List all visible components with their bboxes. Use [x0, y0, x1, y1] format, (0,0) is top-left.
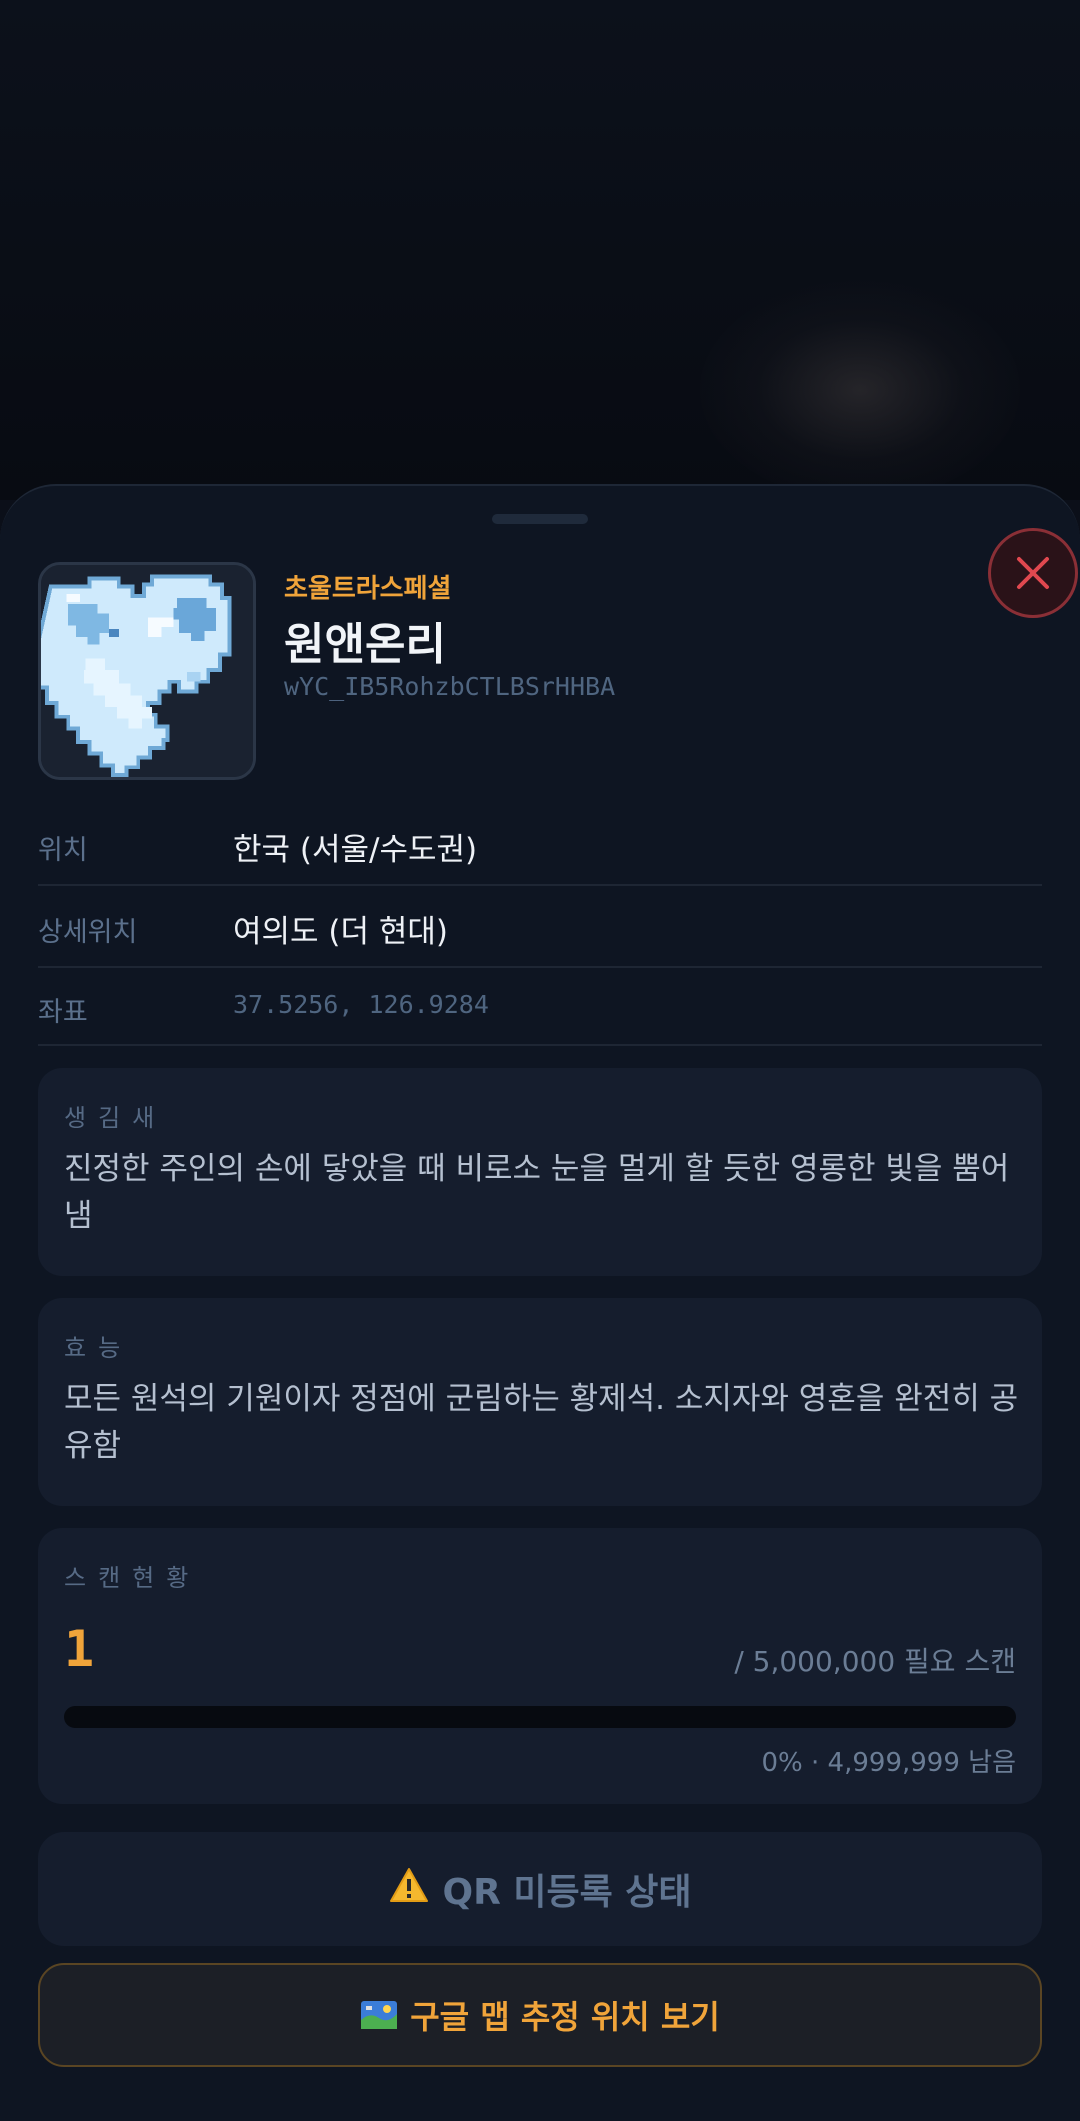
scan-remaining: 0% · 4,999,999 남음: [761, 1748, 1016, 1778]
info-row-location: 위치 한국 (서울/수도권): [38, 804, 1042, 886]
close-icon: [1017, 557, 1049, 589]
close-button[interactable]: [988, 528, 1078, 618]
scan-status-card: 스캔현황 1 / 5,000,000 필요 스캔 0% · 4,999,999 …: [38, 1528, 1042, 1804]
qr-status-banner: QR 미등록 상태: [38, 1832, 1042, 1946]
info-value: 한국 (서울/수도권): [233, 832, 478, 868]
rarity-label: 초울트라스페셜: [284, 574, 452, 604]
google-map-button[interactable]: 구글 맵 추정 위치 보기: [38, 1963, 1042, 2067]
card-text: 모든 원석의 기원이자 정점에 군림하는 황제석. 소지자와 영혼을 완전히 공…: [64, 1381, 1019, 1464]
item-image: [38, 562, 256, 780]
item-code: wYC_IB5RohzbCTLBSrHHBA: [284, 672, 616, 701]
card-title: 효능: [64, 1334, 133, 1362]
info-value: 여의도 (더 현대): [233, 914, 449, 950]
info-label: 위치: [38, 835, 88, 866]
map-button-label: 구글 맵 추정 위치 보기: [410, 1998, 720, 2036]
info-row-detail-location: 상세위치 여의도 (더 현대): [38, 886, 1042, 968]
info-row-coordinates: 좌표 37.5256, 126.9284: [38, 968, 1042, 1046]
info-label: 좌표: [38, 997, 88, 1028]
item-name: 원앤온리: [284, 619, 446, 670]
card-title: 생김새: [64, 1104, 167, 1132]
backdrop-glow: [700, 280, 1020, 500]
map-icon: [360, 2000, 398, 2030]
info-label: 상세위치: [38, 917, 138, 948]
warning-icon: [389, 1867, 429, 1912]
appearance-card: 생김새 진정한 주인의 손에 닿았을 때 비로소 눈을 멀게 할 듯한 영롱한 …: [38, 1068, 1042, 1276]
card-title: 스캔현황: [64, 1564, 201, 1592]
qr-status-label: QR 미등록 상태: [442, 1872, 692, 1913]
scan-count: 1: [64, 1620, 95, 1678]
scan-required: / 5,000,000 필요 스캔: [734, 1645, 1016, 1678]
coordinates-value: 37.5256, 126.9284: [233, 990, 489, 1019]
effect-card: 효능 모든 원석의 기원이자 정점에 군림하는 황제석. 소지자와 영혼을 완전…: [38, 1298, 1042, 1506]
scan-progress-bar: [64, 1706, 1016, 1728]
card-text: 진정한 주인의 손에 닿았을 때 비로소 눈을 멀게 할 듯한 영롱한 빛을 뿜…: [64, 1151, 1010, 1234]
drag-handle[interactable]: [492, 514, 588, 524]
